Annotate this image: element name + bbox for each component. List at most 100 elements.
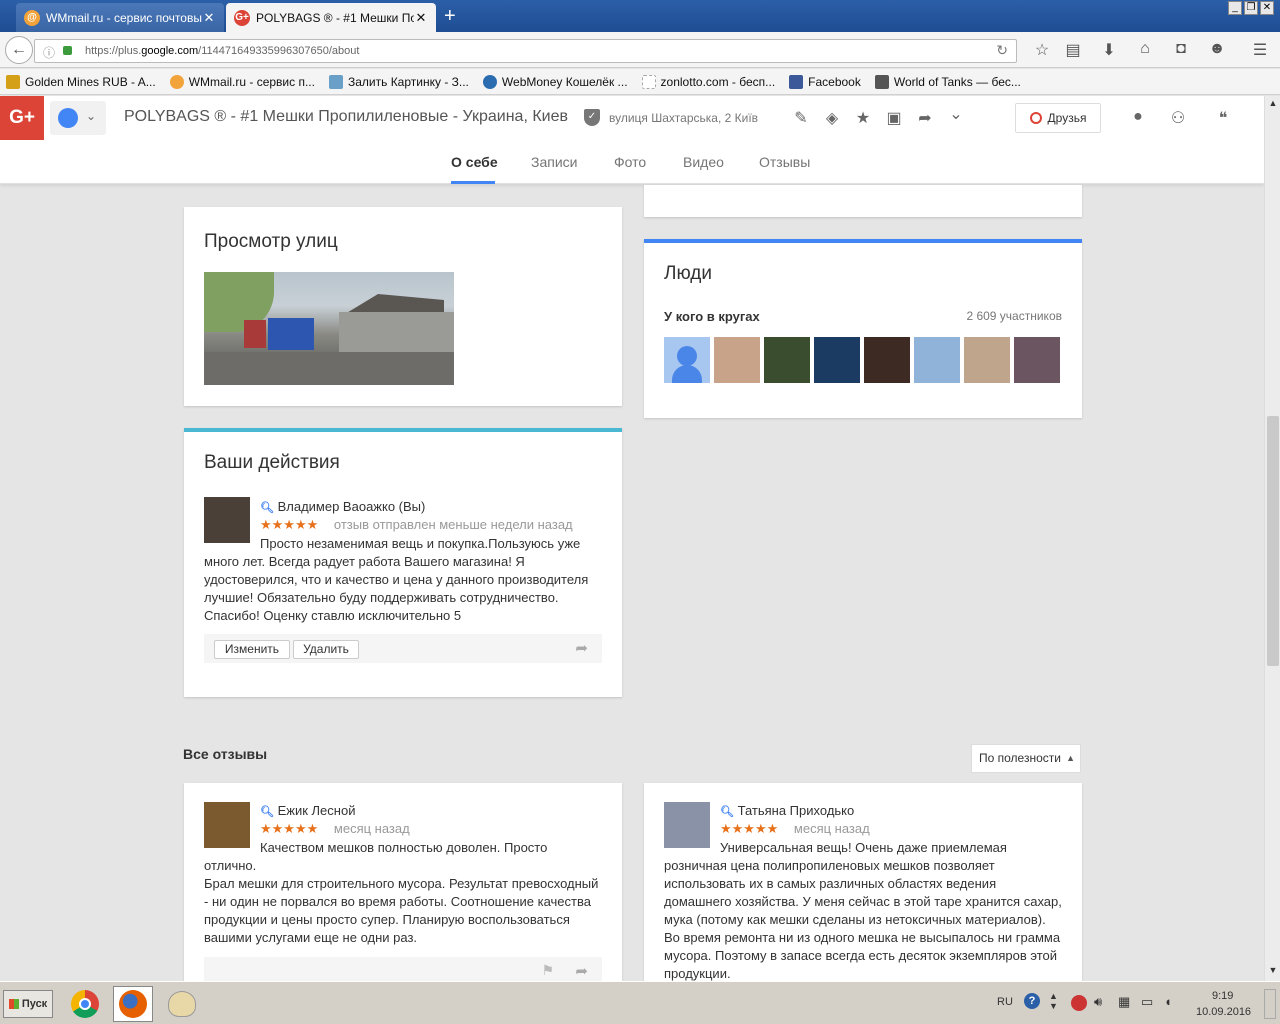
tab-about[interactable]: О себе — [451, 154, 498, 170]
reading-list-icon[interactable]: ▤ — [1063, 40, 1083, 60]
scroll-down-icon[interactable]: ▼ — [1267, 965, 1279, 977]
camera-icon[interactable]: ▣ — [884, 108, 904, 128]
scroll-up-icon[interactable]: ▲ — [1267, 98, 1279, 110]
tray-expand-icon[interactable]: ▲ ▼ — [1049, 991, 1058, 1011]
info-icon[interactable]: ⓘ — [43, 44, 55, 61]
rating-line: ★★★★★ отзыв отправлен меньше недели наза… — [260, 517, 573, 533]
circles-count[interactable]: 2 609 участников — [966, 309, 1062, 323]
bookmark-upload-picture[interactable]: Залить Картинку - З... — [328, 74, 469, 89]
content-area: Просмотр улиц Люди У кого в кругах 2 609… — [0, 185, 1264, 981]
avatar[interactable] — [814, 337, 860, 383]
rating-line: ★★★★★ месяц назад — [260, 821, 410, 837]
tab-videos[interactable]: Видео — [683, 154, 724, 170]
share-icon[interactable]: ➦ — [575, 639, 588, 657]
close-icon[interactable]: ✕ — [202, 10, 216, 26]
avatar[interactable] — [664, 337, 710, 383]
flag-icon[interactable]: ⚑ — [541, 962, 554, 979]
help-icon[interactable]: ? — [1024, 993, 1040, 1009]
back-arrow-icon[interactable]: ← — [5, 36, 33, 64]
browser-tab-wmmail[interactable]: @ WMmail.ru - сервис почтовы... ✕ — [16, 3, 224, 32]
bookmark-webmoney[interactable]: WebMoney Кошелёк ... — [482, 74, 628, 89]
sort-select[interactable]: По полезности ▲ — [971, 744, 1081, 773]
minimize-icon[interactable]: _ — [1228, 1, 1242, 15]
clock-date[interactable]: 10.09.2016 — [1196, 1006, 1251, 1018]
bookmark-zonlotto[interactable]: zonlotto.com - бесп... — [641, 74, 775, 89]
avatar[interactable] — [1014, 337, 1060, 383]
my-actions-card: Ваши действия 🔍︎ Владимер Ваоажко (Вы) ★… — [184, 428, 622, 697]
avatar[interactable] — [864, 337, 910, 383]
people-title: Люди — [664, 263, 713, 284]
directions-icon[interactable]: ◈ — [822, 108, 842, 128]
blue-gate — [268, 318, 314, 350]
pocket-icon[interactable]: ◘ — [1171, 40, 1191, 58]
reviewer-name[interactable]: Ежик Лесной — [278, 803, 356, 818]
streetview-image[interactable] — [204, 272, 454, 385]
volume-icon[interactable]: 🔊︎ — [1094, 994, 1102, 1010]
gplus-logo[interactable]: G+ — [0, 96, 44, 140]
download-icon[interactable]: ⬇ — [1099, 40, 1119, 60]
people-add-icon[interactable]: ⚇ — [1168, 108, 1188, 128]
show-desktop-button[interactable] — [1264, 989, 1276, 1019]
edit-pencil-icon[interactable]: ✎ — [791, 108, 811, 128]
bookmark-icon — [328, 74, 343, 89]
start-button[interactable]: Пуск — [3, 990, 53, 1018]
rating-stars: ★★★★★ — [720, 821, 779, 836]
reviewer-name[interactable]: Татьяна Приходько — [738, 803, 855, 818]
avatar[interactable] — [714, 337, 760, 383]
reviewer-line: 🔍︎ Татьяна Приходько — [720, 803, 854, 818]
antivirus-icon[interactable] — [1071, 995, 1087, 1011]
network-icon[interactable]: ▦ — [1118, 994, 1130, 1010]
edit-button[interactable]: Изменить — [214, 640, 290, 659]
language-indicator[interactable]: RU — [997, 996, 1013, 1008]
tab-title: POLYBAGS ® - #1 Мешки По... — [256, 10, 414, 25]
display-icon[interactable]: ▭ — [1141, 994, 1153, 1010]
delete-button[interactable]: Удалить — [293, 640, 359, 659]
scrollbar-thumb[interactable] — [1267, 416, 1279, 666]
home-icon[interactable]: ⌂ — [1135, 40, 1155, 58]
avatar[interactable] — [964, 337, 1010, 383]
restore-icon[interactable]: ❐ — [1244, 1, 1258, 15]
chrome-icon[interactable] — [65, 986, 105, 1022]
card-top-fragment — [644, 185, 1082, 217]
avatar[interactable] — [914, 337, 960, 383]
hangouts-icon[interactable]: ❝ — [1213, 108, 1233, 128]
reviewer-name[interactable]: Владимер Ваоажко (Вы) — [278, 499, 426, 514]
browser-tab-polybags[interactable]: G+ POLYBAGS ® - #1 Мешки По... ✕ — [226, 3, 436, 32]
all-reviews-title: Все отзывы — [183, 746, 268, 762]
url-bar[interactable]: ⓘ https://plus.google.com/11447164933599… — [34, 39, 1017, 63]
notifications-bell-icon[interactable]: ● — [1128, 108, 1148, 126]
share-icon[interactable]: ➦ — [575, 962, 588, 980]
at-icon: @ — [24, 9, 40, 26]
tab-posts[interactable]: Записи — [531, 154, 577, 170]
building-roof — [345, 294, 444, 314]
review-action-bar: Изменить Удалить ➦ — [204, 634, 602, 663]
friends-button[interactable]: Друзья — [1015, 103, 1101, 133]
bookmark-icon — [874, 74, 889, 89]
browser-tab-bar: @ WMmail.ru - сервис почтовы... ✕ G+ POL… — [0, 0, 1280, 32]
menu-icon[interactable]: ☰ — [1250, 40, 1270, 60]
close-icon[interactable]: ✕ — [414, 10, 428, 26]
speaker-icon[interactable]: ◖ — [1164, 994, 1172, 1009]
avatar[interactable] — [764, 337, 810, 383]
clock-time[interactable]: 9:19 — [1212, 990, 1233, 1002]
star-bookmark-icon[interactable]: ☆ — [1032, 40, 1052, 60]
share-icon[interactable]: ➦ — [915, 108, 935, 128]
tab-reviews[interactable]: Отзывы — [759, 154, 810, 170]
reload-icon[interactable]: ↻ — [996, 42, 1008, 59]
bookmark-golden-mines[interactable]: Golden Mines RUB - A... — [6, 74, 156, 89]
account-switcher[interactable]: ⌄ — [50, 101, 106, 135]
bookmark-wmmail[interactable]: WMmail.ru - сервис п... — [169, 74, 315, 89]
bookmark-world-of-tanks[interactable]: World of Tanks — бес... — [874, 74, 1021, 89]
new-tab-icon[interactable]: + — [444, 5, 456, 27]
bookmark-icon — [169, 74, 184, 89]
firefox-icon[interactable] — [113, 986, 153, 1022]
bookmark-facebook[interactable]: Facebook — [789, 74, 861, 89]
close-window-icon[interactable]: ✕ — [1260, 1, 1274, 15]
tab-photos[interactable]: Фото — [614, 154, 646, 170]
search-icon: 🔍︎ — [720, 806, 734, 818]
vertical-scrollbar[interactable]: ▲ ▼ — [1264, 96, 1280, 981]
chevron-down-icon[interactable]: ⌄ — [946, 104, 966, 124]
chat-icon[interactable]: ☻ — [1207, 40, 1227, 58]
paint-icon[interactable] — [162, 986, 202, 1022]
star-icon[interactable]: ★ — [853, 108, 873, 128]
